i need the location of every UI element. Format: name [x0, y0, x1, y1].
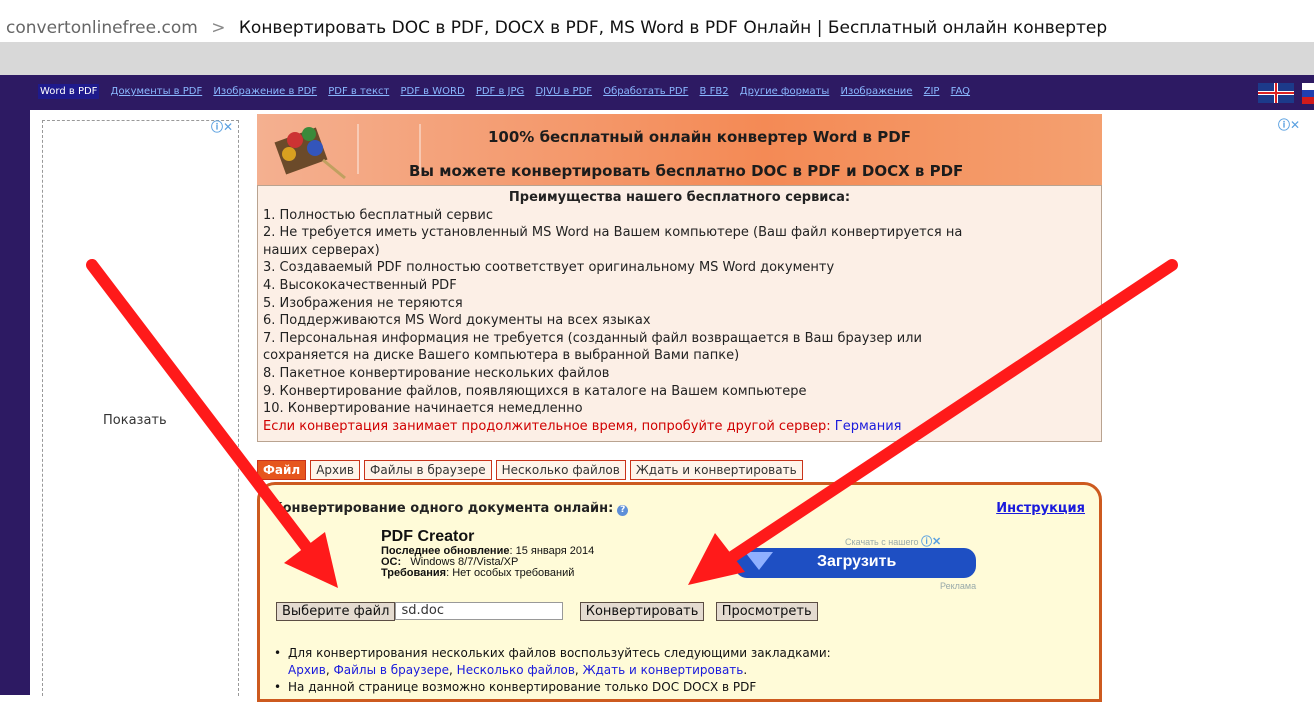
req-value: : Нет особых требований — [446, 567, 575, 579]
advantage-item: 9. Конвертирование файлов, появляющихся … — [263, 383, 807, 399]
advantage-item: 7. Персональная информация не требуется … — [263, 330, 922, 346]
download-button[interactable]: Загрузить — [735, 548, 976, 578]
left-bar — [0, 75, 30, 695]
tab-multiple-files[interactable]: Несколько файлов — [495, 460, 626, 480]
top-navigation: Word в PDF Документы в PDF Изображение в… — [30, 75, 1314, 110]
tab-browser-files[interactable]: Файлы в браузере — [364, 460, 492, 480]
tab-archive[interactable]: Архив — [310, 460, 361, 480]
help-icon[interactable]: ? — [617, 505, 629, 516]
nav-djvu-to-pdf[interactable]: DJVU в PDF — [535, 86, 592, 97]
note-doc-only: На данной странице возможно конвертирова… — [288, 680, 757, 694]
ad-info-close-icon[interactable]: ⓘ✕ — [921, 536, 941, 548]
nav-pdf-to-jpg[interactable]: PDF в JPG — [476, 86, 524, 97]
panel-title-text: Конвертирование одного документа онлайн: — [272, 501, 614, 516]
note-multiple-files: Для конвертирования нескольких файлов во… — [288, 646, 831, 660]
nav-zip[interactable]: ZIP — [924, 86, 940, 97]
panel-title: Конвертирование одного документа онлайн:… — [272, 501, 629, 516]
download-top-label: Скачать с нашего ⓘ✕ — [845, 533, 941, 549]
advantage-item: 6. Поддерживаются MS Word документы на в… — [263, 313, 651, 329]
nav-process-pdf[interactable]: Обработать PDF — [603, 86, 688, 97]
nav-image-to-pdf[interactable]: Изображение в PDF — [213, 86, 317, 97]
ad-info-close-icon[interactable]: ⓘ✕ — [211, 118, 233, 135]
nav-faq[interactable]: FAQ — [951, 86, 970, 97]
choose-file-button[interactable]: Выберите файл — [276, 602, 396, 621]
advantage-item: 2. Не требуется иметь установленный MS W… — [263, 225, 963, 241]
advantage-item: 3. Создаваемый PDF полностью соответству… — [263, 260, 835, 276]
server-warning-text: Если конвертация занимает продолжительно… — [263, 418, 831, 434]
flag-ru-icon[interactable] — [1302, 83, 1314, 104]
content-area: ⓘ✕ Показать 100% бесплатный онлайн конве… — [30, 110, 1314, 702]
advantages-heading: Преимущества нашего бесплатного сервиса: — [508, 190, 851, 205]
instruction-link[interactable]: Инструкция — [996, 501, 1085, 516]
file-name-field[interactable]: sd.doc — [395, 602, 564, 620]
updated-value: : 15 января 2014 — [509, 545, 595, 557]
browser-gap — [0, 42, 1314, 75]
advantage-item: 8. Пакетное конвертирование нескольких ф… — [263, 365, 610, 381]
page-frame: Word в PDF Документы в PDF Изображение в… — [0, 75, 1314, 702]
advantage-item: 5. Изображения не теряются — [263, 295, 463, 311]
advantage-item: сохраняется на диске Вашего компьютера в… — [263, 348, 740, 364]
nav-pdf-to-text[interactable]: PDF в текст — [328, 86, 389, 97]
ad-show-label[interactable]: Показать — [103, 413, 167, 428]
advantage-item: 1. Полностью бесплатный сервис — [263, 207, 493, 223]
note-link-multiple-files[interactable]: Несколько файлов — [457, 663, 575, 677]
nav-to-fb2[interactable]: В FB2 — [700, 86, 729, 97]
converter-panel: Конвертирование одного документа онлайн:… — [257, 482, 1102, 702]
download-arrow-icon — [745, 552, 773, 570]
server-warning: Если конвертация занимает продолжительно… — [258, 418, 1101, 436]
advantages-box: Преимущества нашего бесплатного сервиса:… — [257, 185, 1102, 442]
tab-file[interactable]: Файл — [257, 460, 307, 480]
nav-pdf-to-word[interactable]: PDF в WORD — [401, 86, 465, 97]
banner-line2: Вы можете конвертировать бесплатно DOC в… — [409, 162, 964, 180]
note-link-browser-files[interactable]: Файлы в браузере — [333, 663, 449, 677]
nav-documents-to-pdf[interactable]: Документы в PDF — [111, 86, 203, 97]
breadcrumb: convertonlinefree.com > Конвертировать D… — [0, 0, 1314, 42]
banner-line1: 100% бесплатный онлайн конвертер Word в … — [488, 128, 911, 146]
download-top-text: Скачать с нашего — [845, 537, 919, 547]
view-button[interactable]: Просмотреть — [715, 602, 818, 621]
download-button-label: Загрузить — [817, 553, 897, 570]
advantage-item: 4. Высококачественный PDF — [263, 277, 457, 293]
hero-banner: 100% бесплатный онлайн конвертер Word в … — [257, 114, 1102, 185]
file-controls: Выберите файл sd.doc Конвертировать Просм… — [276, 602, 818, 621]
word-pdf-logo-icon — [274, 127, 346, 180]
convert-button[interactable]: Конвертировать — [579, 602, 705, 621]
nav-word-to-pdf[interactable]: Word в PDF — [38, 84, 100, 99]
tab-wait-convert[interactable]: Ждать и конвертировать — [629, 460, 803, 480]
pdf-creator-name: PDF Creator — [381, 528, 475, 545]
note-link-wait-convert[interactable]: Ждать и конвертировать — [583, 663, 744, 677]
req-label: Требования — [381, 567, 447, 579]
nav-image[interactable]: Изображение — [841, 86, 913, 97]
nav-other-formats[interactable]: Другие форматы — [740, 86, 830, 97]
left-ad-slot: ⓘ✕ Показать — [42, 120, 239, 696]
right-ad-icons[interactable]: ⓘ✕ — [1278, 116, 1300, 133]
server-germany-link[interactable]: Германия — [835, 419, 902, 434]
page-title: Конвертировать DOC в PDF, DOCX в PDF, MS… — [238, 18, 1108, 38]
converter-tabs: Файл Архив Файлы в браузере Несколько файло… — [257, 459, 807, 481]
note-link-archive[interactable]: Архив — [288, 663, 326, 677]
notes-list: • Для конвертирования нескольких файлов в… — [274, 646, 831, 694]
ad-label: Реклама — [940, 581, 977, 591]
advantage-item: наших серверах) — [263, 242, 380, 258]
breadcrumb-domain[interactable]: convertonlinefree.com — [6, 18, 198, 38]
pdf-creator-ad[interactable]: PDF Creator Последнее обновление: 15 янв… — [381, 528, 594, 579]
breadcrumb-separator: > — [211, 18, 226, 38]
flag-uk-icon[interactable] — [1258, 83, 1294, 103]
advantage-item: 10. Конвертирование начинается немедленн… — [263, 401, 583, 417]
